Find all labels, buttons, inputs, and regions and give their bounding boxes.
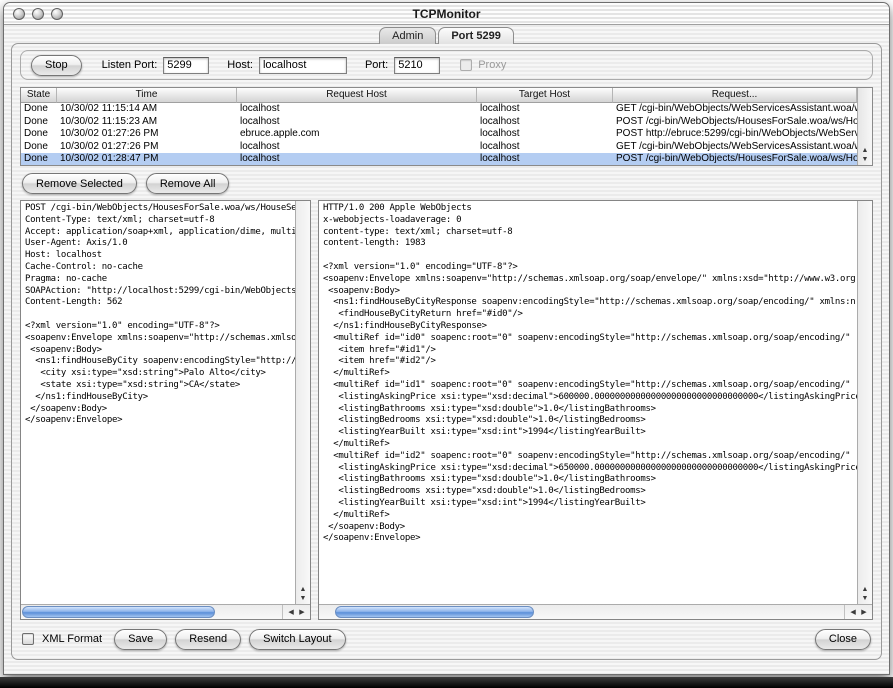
table-row[interactable]: Done10/30/02 01:28:47 PMlocalhostlocalho… [21,153,857,165]
request-text[interactable]: POST /cgi-bin/WebObjects/HousesForSale.w… [21,201,295,604]
window-title: TCPMonitor [413,7,481,21]
port-input[interactable] [394,57,440,74]
tab-bar: Admin Port 5299 [4,25,889,44]
cell-request: GET /cgi-bin/WebObjects/WebServicesAssis… [613,141,857,154]
tab-admin[interactable]: Admin [379,27,436,44]
table-vertical-scrollbar[interactable]: ▲ ▼ [857,88,872,165]
port-label: Port: [365,59,388,71]
connection-toolbar: Stop Listen Port: Host: Port: Proxy [20,50,873,80]
request-horizontal-scrollbar[interactable]: ◀ ▶ [21,604,310,619]
scroll-up-icon[interactable]: ▲ [862,147,869,154]
scroll-left-icon[interactable]: ◀ [850,609,855,616]
scroll-thumb[interactable] [335,606,535,618]
zoom-window-button[interactable] [51,8,63,20]
table-actions: Remove Selected Remove All [20,173,873,194]
cell-request-host: localhost [237,153,477,165]
minimize-window-button[interactable] [32,8,44,20]
xml-format-checkbox[interactable] [22,633,34,645]
cell-target-host: localhost [477,103,613,116]
cell-target-host: localhost [477,141,613,154]
table-row[interactable]: Done10/30/02 11:15:14 AMlocalhostlocalho… [21,103,857,116]
column-header-request[interactable]: Request... [613,88,857,103]
cell-state: Done [21,153,57,165]
cell-request-host: ebruce.apple.com [237,128,477,141]
host-label: Host: [227,59,253,71]
cell-state: Done [21,128,57,141]
request-table-main: StateTimeRequest HostTarget HostRequest.… [21,88,857,165]
request-table: StateTimeRequest HostTarget HostRequest.… [20,87,873,166]
title-bar[interactable]: TCPMonitor [4,3,889,25]
switch-layout-button[interactable]: Switch Layout [249,629,345,650]
table-row[interactable]: Done10/30/02 01:27:26 PMlocalhostlocalho… [21,141,857,154]
column-header-time[interactable]: Time [57,88,237,103]
cell-time: 10/30/02 01:27:26 PM [57,128,237,141]
proxy-checkbox[interactable] [460,59,472,71]
stop-button[interactable]: Stop [31,55,82,76]
save-button[interactable]: Save [114,629,167,650]
cell-state: Done [21,141,57,154]
table-row[interactable]: Done10/30/02 11:15:23 AMlocalhostlocalho… [21,116,857,129]
table-header-row: StateTimeRequest HostTarget HostRequest.… [21,88,857,103]
scroll-arrow-buttons: ◀ ▶ [282,605,310,619]
cell-target-host: localhost [477,153,613,165]
scroll-track[interactable] [319,605,844,619]
footer-bar: XML Format Save Resend Switch Layout Clo… [20,627,873,651]
response-text[interactable]: HTTP/1.0 200 Apple WebObjects x-webobjec… [319,201,857,604]
scroll-right-icon[interactable]: ▶ [299,609,304,616]
window-controls [13,8,63,20]
detail-panes: POST /cgi-bin/WebObjects/HousesForSale.w… [20,200,873,620]
cell-request: POST /cgi-bin/WebObjects/HousesForSale.w… [613,116,857,129]
scroll-thumb[interactable] [22,606,215,618]
proxy-label: Proxy [478,59,506,71]
cell-request-host: localhost [237,116,477,129]
cell-request: POST http://ebruce:5299/cgi-bin/WebObjec… [613,128,857,141]
listen-port-label: Listen Port: [102,59,158,71]
desktop-edge [0,677,893,688]
cell-state: Done [21,116,57,129]
column-header-state[interactable]: State [21,88,57,103]
column-header-target-host[interactable]: Target Host [477,88,613,103]
scroll-track[interactable] [21,605,282,619]
response-horizontal-scrollbar[interactable]: ◀ ▶ [319,604,872,619]
scroll-up-icon[interactable]: ▲ [862,586,869,593]
cell-target-host: localhost [477,116,613,129]
host-input[interactable] [259,57,347,74]
request-detail-pane: POST /cgi-bin/WebObjects/HousesForSale.w… [20,200,311,620]
scroll-left-icon[interactable]: ◀ [288,609,293,616]
request-table-body: Done10/30/02 11:15:14 AMlocalhostlocalho… [21,103,857,165]
resend-button[interactable]: Resend [175,629,241,650]
scroll-down-icon[interactable]: ▼ [862,595,869,602]
scroll-down-icon[interactable]: ▼ [862,156,869,163]
column-header-request-host[interactable]: Request Host [237,88,477,103]
table-row[interactable]: Done10/30/02 01:27:26 PMebruce.apple.com… [21,128,857,141]
remove-all-button[interactable]: Remove All [146,173,230,194]
cell-request: POST /cgi-bin/WebObjects/HousesForSale.w… [613,153,857,165]
request-vertical-scrollbar[interactable]: ▲ ▼ [295,201,310,604]
scroll-down-icon[interactable]: ▼ [300,595,307,602]
cell-request-host: localhost [237,141,477,154]
response-detail-pane: HTTP/1.0 200 Apple WebObjects x-webobjec… [318,200,873,620]
cell-time: 10/30/02 11:15:14 AM [57,103,237,116]
scroll-arrow-buttons: ◀ ▶ [844,605,872,619]
cell-request: GET /cgi-bin/WebObjects/WebServicesAssis… [613,103,857,116]
cell-time: 10/30/02 11:15:23 AM [57,116,237,129]
port-tab-pane: Stop Listen Port: Host: Port: Proxy Stat… [11,43,882,660]
tab-port-5299[interactable]: Port 5299 [438,27,514,44]
scroll-up-icon[interactable]: ▲ [300,586,307,593]
scroll-right-icon[interactable]: ▶ [861,609,866,616]
response-vertical-scrollbar[interactable]: ▲ ▼ [857,201,872,604]
cell-time: 10/30/02 01:27:26 PM [57,141,237,154]
close-window-button[interactable] [13,8,25,20]
cell-time: 10/30/02 01:28:47 PM [57,153,237,165]
cell-request-host: localhost [237,103,477,116]
cell-state: Done [21,103,57,116]
remove-selected-button[interactable]: Remove Selected [22,173,137,194]
close-button[interactable]: Close [815,629,871,650]
tcpmonitor-window: TCPMonitor Admin Port 5299 Stop Listen P… [3,2,890,675]
xml-format-label: XML Format [42,633,102,645]
cell-target-host: localhost [477,128,613,141]
listen-port-input[interactable] [163,57,209,74]
